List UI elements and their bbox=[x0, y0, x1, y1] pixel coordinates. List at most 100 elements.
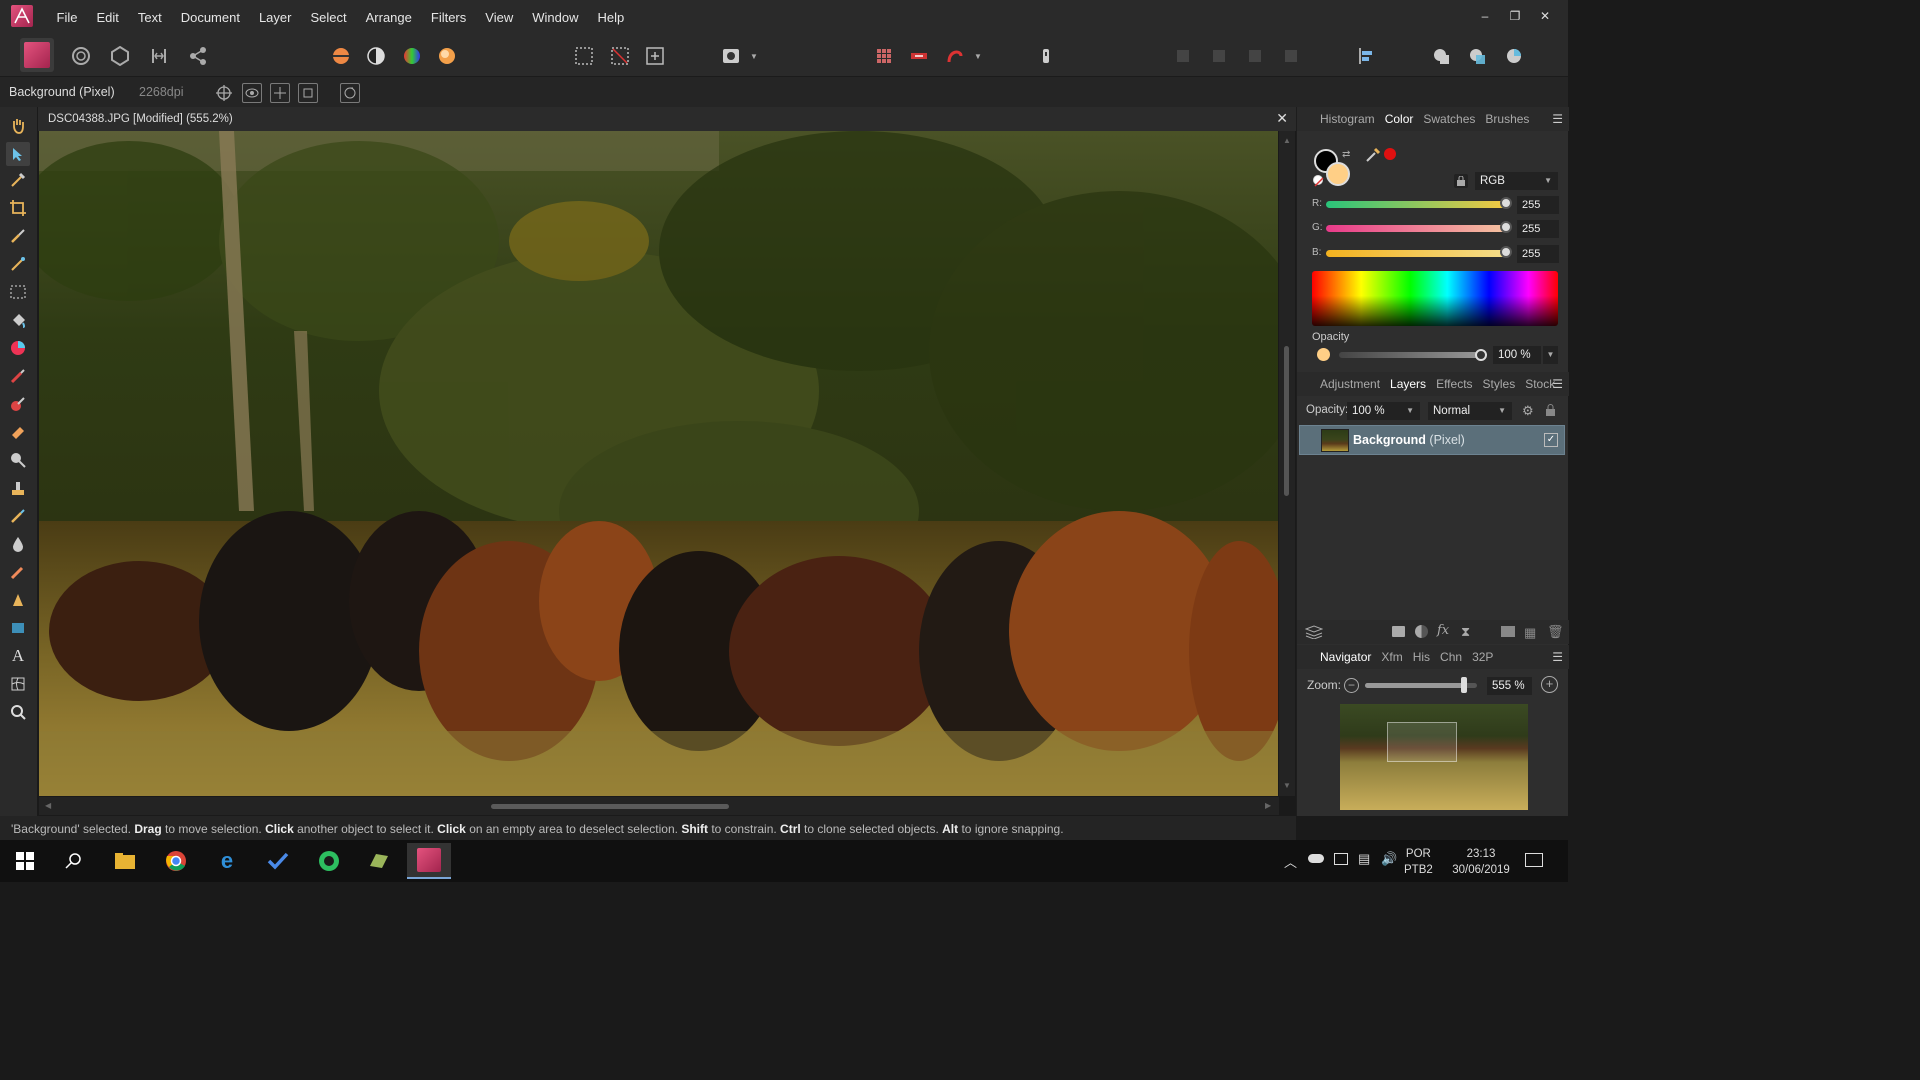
lock-icon[interactable] bbox=[1454, 174, 1468, 188]
green-channel-value[interactable]: 255 bbox=[1517, 220, 1559, 238]
zoom-out-icon[interactable]: − bbox=[1344, 678, 1359, 693]
opacity-dropdown-icon[interactable]: ▼ bbox=[1543, 346, 1558, 364]
transform-origin-icon[interactable] bbox=[298, 83, 318, 103]
tab-navigator[interactable]: Navigator bbox=[1315, 645, 1376, 669]
red-channel-knob[interactable] bbox=[1500, 197, 1512, 209]
snapping-button[interactable] bbox=[941, 42, 969, 70]
clone-brush-tool-icon[interactable] bbox=[8, 478, 28, 498]
opacity-value[interactable]: 100 % bbox=[1493, 346, 1541, 364]
marquee-select-button[interactable] bbox=[570, 42, 598, 70]
menu-help[interactable]: Help bbox=[588, 0, 634, 36]
trash-icon[interactable]: 🗑 bbox=[1547, 624, 1564, 640]
notes-app-icon[interactable] bbox=[361, 846, 397, 876]
menu-window[interactable]: Window bbox=[523, 0, 588, 36]
snapping-grid-button[interactable] bbox=[870, 42, 898, 70]
tab-styles[interactable]: Styles bbox=[1478, 372, 1521, 396]
battery-icon[interactable] bbox=[1334, 853, 1348, 865]
add-boolean-button[interactable] bbox=[1428, 42, 1456, 70]
eyedropper-icon[interactable] bbox=[1365, 147, 1381, 166]
tab-transform[interactable]: Xfm bbox=[1376, 645, 1407, 669]
intersect-boolean-button[interactable] bbox=[1500, 42, 1528, 70]
layers-stack-icon[interactable] bbox=[1304, 625, 1324, 642]
show-hidden-icons-icon[interactable]: ︿ bbox=[1284, 852, 1297, 871]
input-language-indicator[interactable]: POR PTB2 bbox=[1404, 846, 1433, 878]
windows-start-icon[interactable] bbox=[7, 846, 43, 876]
menu-filters[interactable]: Filters bbox=[421, 0, 475, 36]
live-filter-icon[interactable]: ⧗ bbox=[1461, 624, 1470, 640]
menu-text[interactable]: Text bbox=[128, 0, 171, 36]
adjustment-layer-icon[interactable] bbox=[1415, 625, 1428, 638]
tab-histogram[interactable]: Histogram bbox=[1315, 107, 1380, 131]
menu-edit[interactable]: Edit bbox=[87, 0, 128, 36]
picked-color-swatch[interactable] bbox=[1384, 148, 1396, 160]
healing-brush-tool-icon[interactable] bbox=[8, 506, 28, 526]
auto-levels-button[interactable] bbox=[327, 42, 355, 70]
red-channel-value[interactable]: 255 bbox=[1517, 196, 1559, 214]
auto-contrast-button[interactable] bbox=[362, 42, 390, 70]
opacity-slider[interactable] bbox=[1339, 352, 1481, 358]
menu-arrange[interactable]: Arrange bbox=[356, 0, 421, 36]
green-channel-slider[interactable] bbox=[1326, 225, 1506, 232]
network-icon[interactable]: ▤ bbox=[1358, 851, 1370, 867]
blue-channel-value[interactable]: 255 bbox=[1517, 245, 1559, 263]
edge-icon[interactable]: e bbox=[209, 846, 245, 876]
mesh-warp-tool-icon[interactable] bbox=[8, 674, 28, 694]
layer-opacity-select[interactable]: 100 % ▼ bbox=[1347, 402, 1420, 420]
file-explorer-icon[interactable] bbox=[107, 846, 143, 876]
add-group-folder-icon[interactable] bbox=[1501, 626, 1515, 637]
snapping-dropdown-icon[interactable]: ▼ bbox=[969, 42, 987, 70]
color-replacement-brush-icon[interactable] bbox=[8, 394, 28, 414]
onedrive-icon[interactable] bbox=[1308, 854, 1324, 863]
fill-color-swatch[interactable] bbox=[1326, 162, 1350, 186]
blur-brush-tool-icon[interactable] bbox=[8, 534, 28, 554]
scroll-right-arrow-icon[interactable]: ▶ bbox=[1265, 801, 1271, 810]
crosshair-icon[interactable] bbox=[214, 83, 234, 103]
gear-icon[interactable]: ⚙ bbox=[1522, 403, 1534, 419]
chrome-icon[interactable] bbox=[158, 846, 194, 876]
menu-document[interactable]: Document bbox=[171, 0, 249, 36]
notification-center-icon[interactable] bbox=[1525, 853, 1543, 867]
move-tool-arrow-icon[interactable] bbox=[6, 142, 30, 166]
blue-channel-slider[interactable] bbox=[1326, 250, 1506, 257]
document-canvas[interactable] bbox=[39, 131, 1278, 796]
zoom-tool-icon[interactable] bbox=[8, 702, 28, 722]
vertical-scroll-thumb[interactable] bbox=[1284, 346, 1289, 496]
erase-brush-tool-icon[interactable] bbox=[8, 422, 28, 442]
deselect-button[interactable] bbox=[606, 42, 634, 70]
navigator-viewport-rect[interactable] bbox=[1387, 722, 1457, 762]
no-color-icon[interactable] bbox=[1313, 175, 1324, 187]
flood-fill-tool-icon[interactable] bbox=[8, 310, 28, 330]
pen-tool-icon[interactable] bbox=[8, 590, 28, 610]
subtract-boolean-button[interactable] bbox=[1464, 42, 1492, 70]
tone-mapping-persona-button[interactable] bbox=[145, 42, 173, 70]
quick-mask-dropdown-icon[interactable]: ▼ bbox=[745, 42, 763, 70]
horizontal-scroll-thumb[interactable] bbox=[491, 804, 729, 809]
minimize-button[interactable]: – bbox=[1470, 9, 1500, 23]
opacity-knob[interactable] bbox=[1475, 349, 1487, 361]
tab-effects[interactable]: Effects bbox=[1431, 372, 1477, 396]
tab-swatches[interactable]: Swatches bbox=[1418, 107, 1480, 131]
fx-icon[interactable]: fx bbox=[1437, 623, 1449, 638]
smudge-brush-tool-icon[interactable] bbox=[8, 562, 28, 582]
menu-layer[interactable]: Layer bbox=[249, 0, 301, 36]
color-picker-tool-icon[interactable] bbox=[8, 170, 28, 190]
liquify-persona-button[interactable] bbox=[67, 42, 95, 70]
photo-persona-button[interactable] bbox=[20, 38, 54, 72]
tab-layers[interactable]: Layers bbox=[1385, 372, 1431, 396]
vertical-scrollbar[interactable]: ▲ ▼ bbox=[1279, 131, 1295, 796]
rectangular-marquee-tool-icon[interactable] bbox=[8, 282, 28, 302]
tab-history[interactable]: His bbox=[1408, 645, 1435, 669]
layer-lock-icon[interactable] bbox=[1546, 404, 1555, 419]
tab-adjustment[interactable]: Adjustment bbox=[1315, 372, 1385, 396]
layer-visibility-checkbox[interactable]: ✓ bbox=[1544, 433, 1558, 447]
force-pixel-alignment-button[interactable] bbox=[905, 42, 933, 70]
flood-select-tool-icon[interactable] bbox=[8, 254, 28, 274]
navigator-panel-menu-icon[interactable]: ☰ bbox=[1552, 650, 1563, 664]
tab-color[interactable]: Color bbox=[1380, 107, 1419, 131]
menu-view[interactable]: View bbox=[476, 0, 523, 36]
todo-icon[interactable] bbox=[260, 846, 296, 876]
assistant-button[interactable] bbox=[1032, 42, 1060, 70]
add-pixel-layer-icon[interactable]: ▦ bbox=[1524, 625, 1536, 641]
tab-channels[interactable]: Chn bbox=[1435, 645, 1467, 669]
color-mode-select[interactable]: RGB ▼ bbox=[1475, 172, 1558, 190]
